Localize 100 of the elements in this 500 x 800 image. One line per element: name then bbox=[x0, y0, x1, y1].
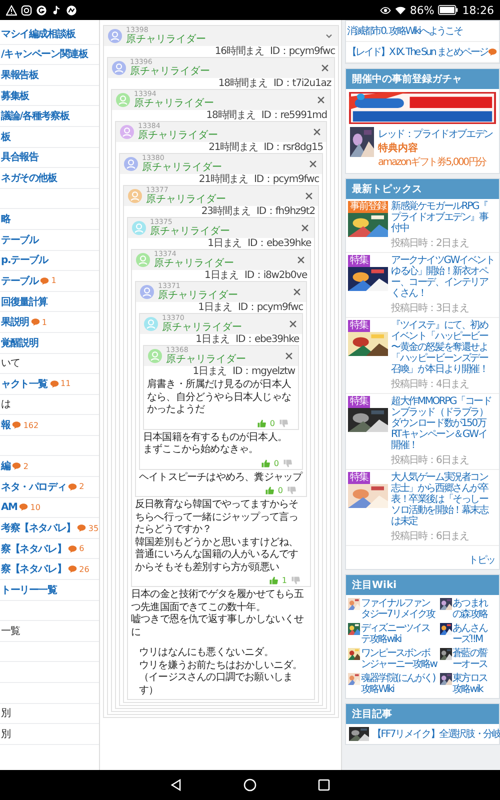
topic-link[interactable]: 大人気ゲーム実況者コン 志士」から西郷さんが卒 表！卒業後は「そっしー ソロ活動を開始！幕末志 は未定 bbox=[391, 472, 488, 527]
sidebar-item[interactable]: は bbox=[1, 397, 10, 412]
back-icon[interactable] bbox=[169, 778, 183, 792]
game-link[interactable]: レッド：プライドオブエデン bbox=[378, 127, 492, 141]
post-date: 投稿日時：4日まえ bbox=[391, 378, 470, 391]
comment-count: 1 bbox=[51, 276, 56, 286]
sidebar-link[interactable]: ネタ・パロディ bbox=[1, 480, 66, 494]
sidebar-link[interactable]: マシイ編成相談板 bbox=[1, 26, 76, 41]
sidebar-link[interactable]: 募集板 bbox=[1, 88, 29, 103]
circle-icon bbox=[66, 4, 77, 16]
sidebar-item[interactable]: 一覧 bbox=[1, 624, 20, 638]
sidebar-link[interactable]: 編 bbox=[1, 459, 10, 474]
sidebar-link[interactable]: 略 bbox=[1, 212, 10, 226]
category-tag: 特集 bbox=[348, 472, 370, 484]
topic-link[interactable]: 『ツイステ』にて、初め イベント「ハッピービー 〜黄金の怒髪を奪還せよ 「ハッピービーンズデー 召喚」が本日より開催！ bbox=[391, 320, 488, 375]
sidebar-link[interactable]: 果報告板 bbox=[1, 68, 38, 82]
quote-text: ウリはなんにも悪くないニダ。 ウリを嫌うお前たちはおかしいニダ。 （イージスさんの口調でお願いします） bbox=[138, 647, 304, 697]
close-icon[interactable] bbox=[308, 159, 318, 169]
user-id: ID：fh9hz9t2 bbox=[256, 206, 315, 217]
sidebar-item[interactable]: いて bbox=[1, 356, 20, 370]
post-time: 21時間まえ bbox=[198, 174, 248, 185]
like-count: 1 bbox=[282, 576, 287, 585]
user-name: 原チャリライダー bbox=[142, 162, 223, 173]
close-icon[interactable] bbox=[320, 63, 330, 73]
comment-text: 反日教育なら韓国でやってますからそちらへ行って一緒にジャップって言ったらどうですか？ 韓国差別もどうかと思いますけどね、普通にいろんな国籍の人がいるんですからそもそも差別すら方が頭悪い bbox=[135, 499, 300, 574]
wifi-icon bbox=[394, 4, 406, 16]
recents-icon[interactable] bbox=[317, 778, 331, 792]
sidebar-link[interactable]: 具合報告 bbox=[1, 150, 38, 164]
user-id: ID：rsr8dg15 bbox=[264, 142, 323, 153]
section-title: 注目記事 bbox=[346, 704, 499, 724]
comment-text: 肩書き・所属だけ見るのが日本人なら、自分どうやら日本人じゃなかったようだ bbox=[147, 379, 292, 416]
wiki-link[interactable]: ワンピースボンボ ンジャーニー攻略w bbox=[361, 648, 437, 670]
category-tag: 事前登録 bbox=[348, 201, 388, 213]
category-tag: 特集 bbox=[348, 320, 370, 332]
comment-icon bbox=[68, 482, 78, 491]
user-name: 原チャリライダー bbox=[138, 130, 219, 141]
sidebar-link[interactable]: テーブル bbox=[1, 274, 38, 288]
sidebar-item[interactable]: 別 bbox=[1, 706, 10, 720]
topic-link[interactable]: 新感覚ケモガールRPG『 プライドオブエデン』事 付中 bbox=[391, 201, 488, 234]
like-count: 0 bbox=[274, 458, 279, 468]
wiki-link[interactable]: 魂器学院(にんがく) 攻略Wiki bbox=[361, 673, 435, 695]
close-icon[interactable] bbox=[300, 223, 310, 233]
wiki-link[interactable]: あんさん ーズ!!M bbox=[452, 623, 487, 645]
like-count: 0 bbox=[270, 418, 275, 428]
sidebar-link[interactable]: p.テーブル bbox=[1, 253, 48, 268]
wiki-link[interactable]: あつまれ の森攻略 bbox=[452, 598, 487, 620]
sidebar-link[interactable]: 板 bbox=[1, 130, 10, 144]
user-id: ID：pcym9fwc bbox=[254, 174, 319, 185]
music-note-icon bbox=[51, 4, 62, 16]
comment-text: ヘイトスピーチはやめろ、糞ジャップ bbox=[139, 472, 303, 484]
topic-link[interactable]: アークナイツGWイベント ゆる心」開始！新衣オペ ー、コーデ、インテリア くさん！ bbox=[391, 255, 494, 299]
article-link[interactable]: 【FF7リメイク】全選択肢・分岐 bbox=[372, 727, 500, 741]
sidebar-link[interactable]: トーリー一覧 bbox=[1, 582, 57, 597]
wiki-link[interactable]: 東方ロス 攻略wik bbox=[452, 673, 487, 695]
post-time: 16時間まえ bbox=[214, 46, 264, 57]
user-name: 原チャリライダー bbox=[158, 290, 239, 301]
sidebar-link[interactable]: AM bbox=[1, 502, 18, 513]
sidebar-link[interactable]: 察【ネタバレ】 bbox=[1, 562, 66, 576]
comment-icon bbox=[68, 544, 78, 553]
comment-icon bbox=[30, 318, 40, 326]
camera-icon bbox=[21, 4, 32, 16]
comment-count: 1 bbox=[42, 318, 47, 327]
comment-icon bbox=[77, 524, 86, 532]
topic-link[interactable]: 超大作MMORPG「コード ンブラッド（ドラブラ） ダウンロード数が150万 RTキャンペーン＆GWイ 開催！ bbox=[391, 396, 492, 451]
close-icon[interactable] bbox=[312, 127, 322, 137]
wiki-link[interactable]: ファイナルファン タジー7リメイク攻 bbox=[361, 598, 435, 620]
close-icon[interactable] bbox=[292, 287, 302, 297]
circle-icon bbox=[36, 4, 47, 16]
sidebar-link[interactable]: ネガその他板 bbox=[1, 170, 57, 185]
section-title: 注目Wiki bbox=[346, 575, 499, 595]
sidebar-link[interactable]: 報 bbox=[1, 418, 10, 432]
close-icon[interactable] bbox=[304, 191, 314, 201]
user-id: ID：mgyelztw bbox=[232, 366, 295, 377]
sidebar-link[interactable]: ャクト一覧 bbox=[1, 376, 48, 391]
user-id: ID：re5991md bbox=[261, 110, 327, 121]
close-icon[interactable] bbox=[288, 319, 298, 329]
more-link[interactable]: トピッ bbox=[468, 555, 495, 566]
post-date: 投稿日時：6日まえ bbox=[391, 530, 470, 543]
wiki-link[interactable]: ディズニーツイス テ攻略wiki bbox=[361, 623, 430, 645]
like-count: 0 bbox=[278, 486, 283, 495]
sidebar-link[interactable]: 考察【ネタバレ】 bbox=[1, 521, 76, 536]
user-name: 原チャリライダー bbox=[130, 66, 211, 77]
sidebar-link[interactable]: 果説明 bbox=[1, 315, 29, 330]
close-icon[interactable] bbox=[296, 255, 306, 265]
wiki-link[interactable]: 蒼藍の誓 ーオース bbox=[452, 648, 487, 670]
close-icon[interactable] bbox=[316, 95, 326, 105]
home-icon[interactable] bbox=[243, 778, 257, 792]
sidebar-link[interactable]: 回復量計算 bbox=[1, 294, 48, 309]
sidebar-link[interactable]: 議論/各種考察板 bbox=[1, 109, 70, 124]
comment-count: 6 bbox=[79, 544, 84, 554]
sidebar-link[interactable]: 察【ネタバレ】 bbox=[1, 542, 66, 556]
sidebar-item[interactable]: 別 bbox=[1, 726, 10, 741]
sidebar-link[interactable]: 覚醒説明 bbox=[1, 336, 38, 350]
page-link[interactable]: 【レイド】X IX. The Sun まとめページ bbox=[347, 45, 488, 59]
comment-icon bbox=[68, 565, 78, 574]
close-icon[interactable] bbox=[284, 351, 294, 361]
sidebar-link[interactable]: テーブル bbox=[1, 232, 38, 247]
sidebar-link[interactable]: /キャンペーン関連板 bbox=[1, 47, 88, 62]
page-link[interactable]: 消滅都市0. 攻略Wikiへようこそ bbox=[347, 24, 462, 38]
warning-icon bbox=[6, 4, 17, 16]
